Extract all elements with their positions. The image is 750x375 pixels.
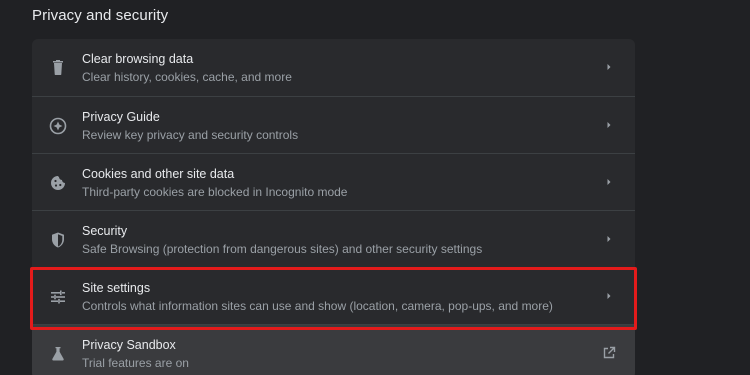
privacy-sandbox-row[interactable]: Privacy Sandbox Trial features are on (32, 324, 635, 375)
row-title: Clear browsing data (82, 52, 194, 66)
privacy-guide-row[interactable]: Privacy Guide Review key privacy and sec… (32, 96, 635, 153)
site-settings-row[interactable]: Site settings Controls what information … (32, 267, 635, 324)
trash-icon (48, 58, 68, 78)
chevron-right-icon (607, 64, 611, 70)
row-subtitle: Third-party cookies are blocked in Incog… (82, 185, 348, 199)
privacy-security-card: Clear browsing data Clear history, cooki… (32, 39, 635, 375)
row-title: Cookies and other site data (82, 167, 235, 181)
open-in-new-icon (603, 346, 616, 359)
row-subtitle: Review key privacy and security controls (82, 128, 299, 142)
cookies-row[interactable]: Cookies and other site data Third-party … (32, 153, 635, 210)
row-title: Privacy Guide (82, 110, 160, 124)
row-title: Security (82, 224, 128, 238)
security-row[interactable]: Security Safe Browsing (protection from … (32, 210, 635, 267)
clear-browsing-data-row[interactable]: Clear browsing data Clear history, cooki… (32, 39, 635, 96)
row-subtitle: Trial features are on (82, 356, 189, 370)
row-title: Privacy Sandbox (82, 338, 176, 352)
compass-icon (48, 116, 68, 136)
tune-icon (48, 287, 68, 307)
section-title: Privacy and security (32, 7, 169, 24)
chevron-right-icon (607, 179, 611, 185)
cookie-icon (48, 173, 68, 193)
chevron-right-icon (607, 236, 611, 242)
row-subtitle: Controls what information sites can use … (82, 299, 553, 313)
chevron-right-icon (607, 122, 611, 128)
row-subtitle: Safe Browsing (protection from dangerous… (82, 242, 483, 256)
shield-icon (48, 230, 68, 250)
row-title: Site settings (82, 281, 151, 295)
flask-icon (48, 344, 68, 364)
chevron-right-icon (607, 293, 611, 299)
settings-page: Privacy and security Clear browsing data… (0, 0, 750, 375)
row-subtitle: Clear history, cookies, cache, and more (82, 70, 292, 84)
